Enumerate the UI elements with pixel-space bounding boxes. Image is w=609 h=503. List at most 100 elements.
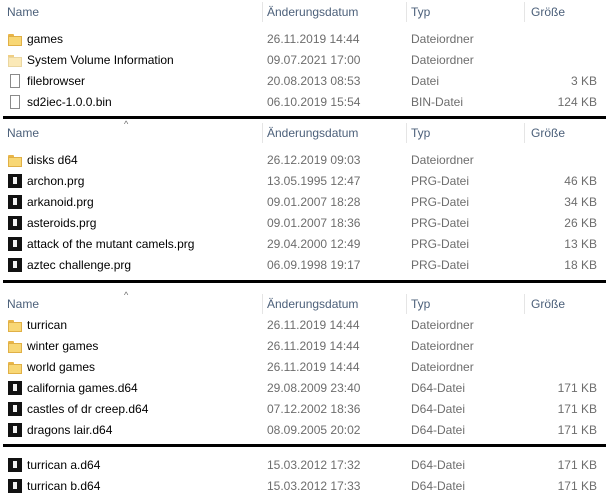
column-separator[interactable] <box>524 123 525 143</box>
column-header-type[interactable]: Typ <box>411 0 430 24</box>
file-name: california games.d64 <box>27 381 138 395</box>
file-name: winter games <box>27 339 99 353</box>
file-type: PRG-Datei <box>411 237 470 251</box>
folder-icon <box>7 359 23 375</box>
file-date: 26.11.2019 14:44 <box>267 318 360 332</box>
section-divider <box>3 116 606 119</box>
c64-file-icon <box>7 380 23 396</box>
file-icon <box>7 73 23 89</box>
folder-icon <box>7 152 23 168</box>
file-type: D64-Datei <box>411 381 466 395</box>
column-header-size[interactable]: Größe <box>531 292 565 316</box>
column-header-date[interactable]: Änderungsdatum <box>267 0 358 24</box>
file-row[interactable]: turrican a.d64 15.03.2012 17:32 D64-Datei 1… <box>0 455 609 476</box>
file-size: 13 KB <box>564 237 597 251</box>
file-type: Dateiordner <box>411 153 474 167</box>
section-divider <box>3 280 606 283</box>
file-type: Dateiordner <box>411 53 474 67</box>
system-folder-icon <box>7 52 23 68</box>
file-date: 06.09.1998 19:17 <box>267 258 361 272</box>
file-type: BIN-Datei <box>411 95 464 109</box>
file-row[interactable]: asteroids.prg 09.01.2007 18:36 PRG-Datei 26… <box>0 213 609 234</box>
file-row[interactable]: System Volume Information 09.07.2021 17:0… <box>0 50 609 71</box>
file-row[interactable]: filebrowser 20.08.2013 08:53 Datei 3 KB <box>0 71 609 92</box>
file-date: 13.05.1995 12:47 <box>267 174 361 188</box>
file-name: attack of the mutant camels.prg <box>27 237 195 251</box>
file-type: PRG-Datei <box>411 258 470 272</box>
file-type: D64-Datei <box>411 458 466 472</box>
file-type: PRG-Datei <box>411 174 470 188</box>
file-type: PRG-Datei <box>411 216 470 230</box>
file-row[interactable]: attack of the mutant camels.prg 29.04.200… <box>0 234 609 255</box>
file-row[interactable]: sd2iec-1.0.0.bin 06.10.2019 15:54 BIN-Date… <box>0 92 609 113</box>
column-separator[interactable] <box>262 123 263 143</box>
file-type: Dateiordner <box>411 360 474 374</box>
file-date: 26.11.2019 14:44 <box>267 360 360 374</box>
file-name: System Volume Information <box>27 53 174 67</box>
file-date: 09.01.2007 18:28 <box>267 195 361 209</box>
column-separator[interactable] <box>262 294 263 314</box>
file-name: asteroids.prg <box>27 216 97 230</box>
column-separator[interactable] <box>524 294 525 314</box>
column-header-name[interactable]: Name <box>7 292 39 316</box>
sort-arrow-icon: ^ <box>124 290 129 300</box>
file-name: disks d64 <box>27 153 78 167</box>
file-date: 15.03.2012 17:33 <box>267 479 361 493</box>
column-separator[interactable] <box>406 2 407 22</box>
file-row[interactable]: turrican 26.11.2019 14:44 Dateiordner <box>0 315 609 336</box>
file-date: 09.01.2007 18:36 <box>267 216 361 230</box>
file-name: world games <box>27 360 96 374</box>
file-size: 171 KB <box>557 479 597 493</box>
c64-file-icon <box>7 457 23 473</box>
c64-file-icon <box>7 236 23 252</box>
column-separator[interactable] <box>406 294 407 314</box>
sort-arrow-icon: ^ <box>124 119 129 129</box>
file-name: dragons lair.d64 <box>27 423 113 437</box>
file-row[interactable]: castles of dr creep.d64 07.12.2002 18:36 D… <box>0 399 609 420</box>
c64-file-icon <box>7 173 23 189</box>
column-header-size[interactable]: Größe <box>531 121 565 145</box>
file-row[interactable]: disks d64 26.12.2019 09:03 Dateiordner <box>0 150 609 171</box>
file-row[interactable]: turrican b.d64 15.03.2012 17:33 D64-Datei 1… <box>0 476 609 497</box>
file-date: 07.12.2002 18:36 <box>267 402 361 416</box>
column-header-date[interactable]: Änderungsdatum <box>267 121 358 145</box>
column-header-date[interactable]: Änderungsdatum <box>267 292 358 316</box>
column-separator[interactable] <box>262 2 263 22</box>
file-date: 08.09.2005 20:02 <box>267 423 361 437</box>
file-size: 34 KB <box>564 195 597 209</box>
file-row[interactable]: archon.prg 13.05.1995 12:47 PRG-Datei 46 KB <box>0 171 609 192</box>
file-date: 15.03.2012 17:32 <box>267 458 361 472</box>
file-size: 171 KB <box>557 423 597 437</box>
c64-file-icon <box>7 422 23 438</box>
file-name: games <box>27 32 64 46</box>
file-date: 26.11.2019 14:44 <box>267 339 360 353</box>
file-name: castles of dr creep.d64 <box>27 402 149 416</box>
file-date: 09.07.2021 17:00 <box>267 53 361 67</box>
file-name: filebrowser <box>27 74 86 88</box>
file-type: Datei <box>411 74 440 88</box>
file-name: turrican b.d64 <box>27 479 101 493</box>
file-row[interactable]: dragons lair.d64 08.09.2005 20:02 D64-Date… <box>0 420 609 441</box>
column-header-name[interactable]: Name <box>7 0 39 24</box>
file-type: PRG-Datei <box>411 195 470 209</box>
column-separator[interactable] <box>406 123 407 143</box>
column-separator[interactable] <box>524 2 525 22</box>
file-row[interactable]: california games.d64 29.08.2009 23:40 D64-… <box>0 378 609 399</box>
file-size: 18 KB <box>564 258 597 272</box>
column-header-size[interactable]: Größe <box>531 0 565 24</box>
c64-file-icon <box>7 257 23 273</box>
section-divider <box>3 444 606 447</box>
column-header-type[interactable]: Typ <box>411 292 430 316</box>
column-header-type[interactable]: Typ <box>411 121 430 145</box>
file-row[interactable]: winter games 26.11.2019 14:44 Dateiordner <box>0 336 609 357</box>
column-header-name[interactable]: Name <box>7 121 39 145</box>
folder-icon <box>7 317 23 333</box>
file-row[interactable]: world games 26.11.2019 14:44 Dateiordner <box>0 357 609 378</box>
file-type: D64-Datei <box>411 423 466 437</box>
file-row[interactable]: games 26.11.2019 14:44 Dateiordner <box>0 29 609 50</box>
file-row[interactable]: aztec challenge.prg 06.09.1998 19:17 PRG-D… <box>0 255 609 276</box>
file-type: Dateiordner <box>411 32 474 46</box>
file-row[interactable]: arkanoid.prg 09.01.2007 18:28 PRG-Datei 34 … <box>0 192 609 213</box>
column-header-bar: Name Änderungsdatum Typ Größe <box>0 0 609 24</box>
file-name: aztec challenge.prg <box>27 258 132 272</box>
